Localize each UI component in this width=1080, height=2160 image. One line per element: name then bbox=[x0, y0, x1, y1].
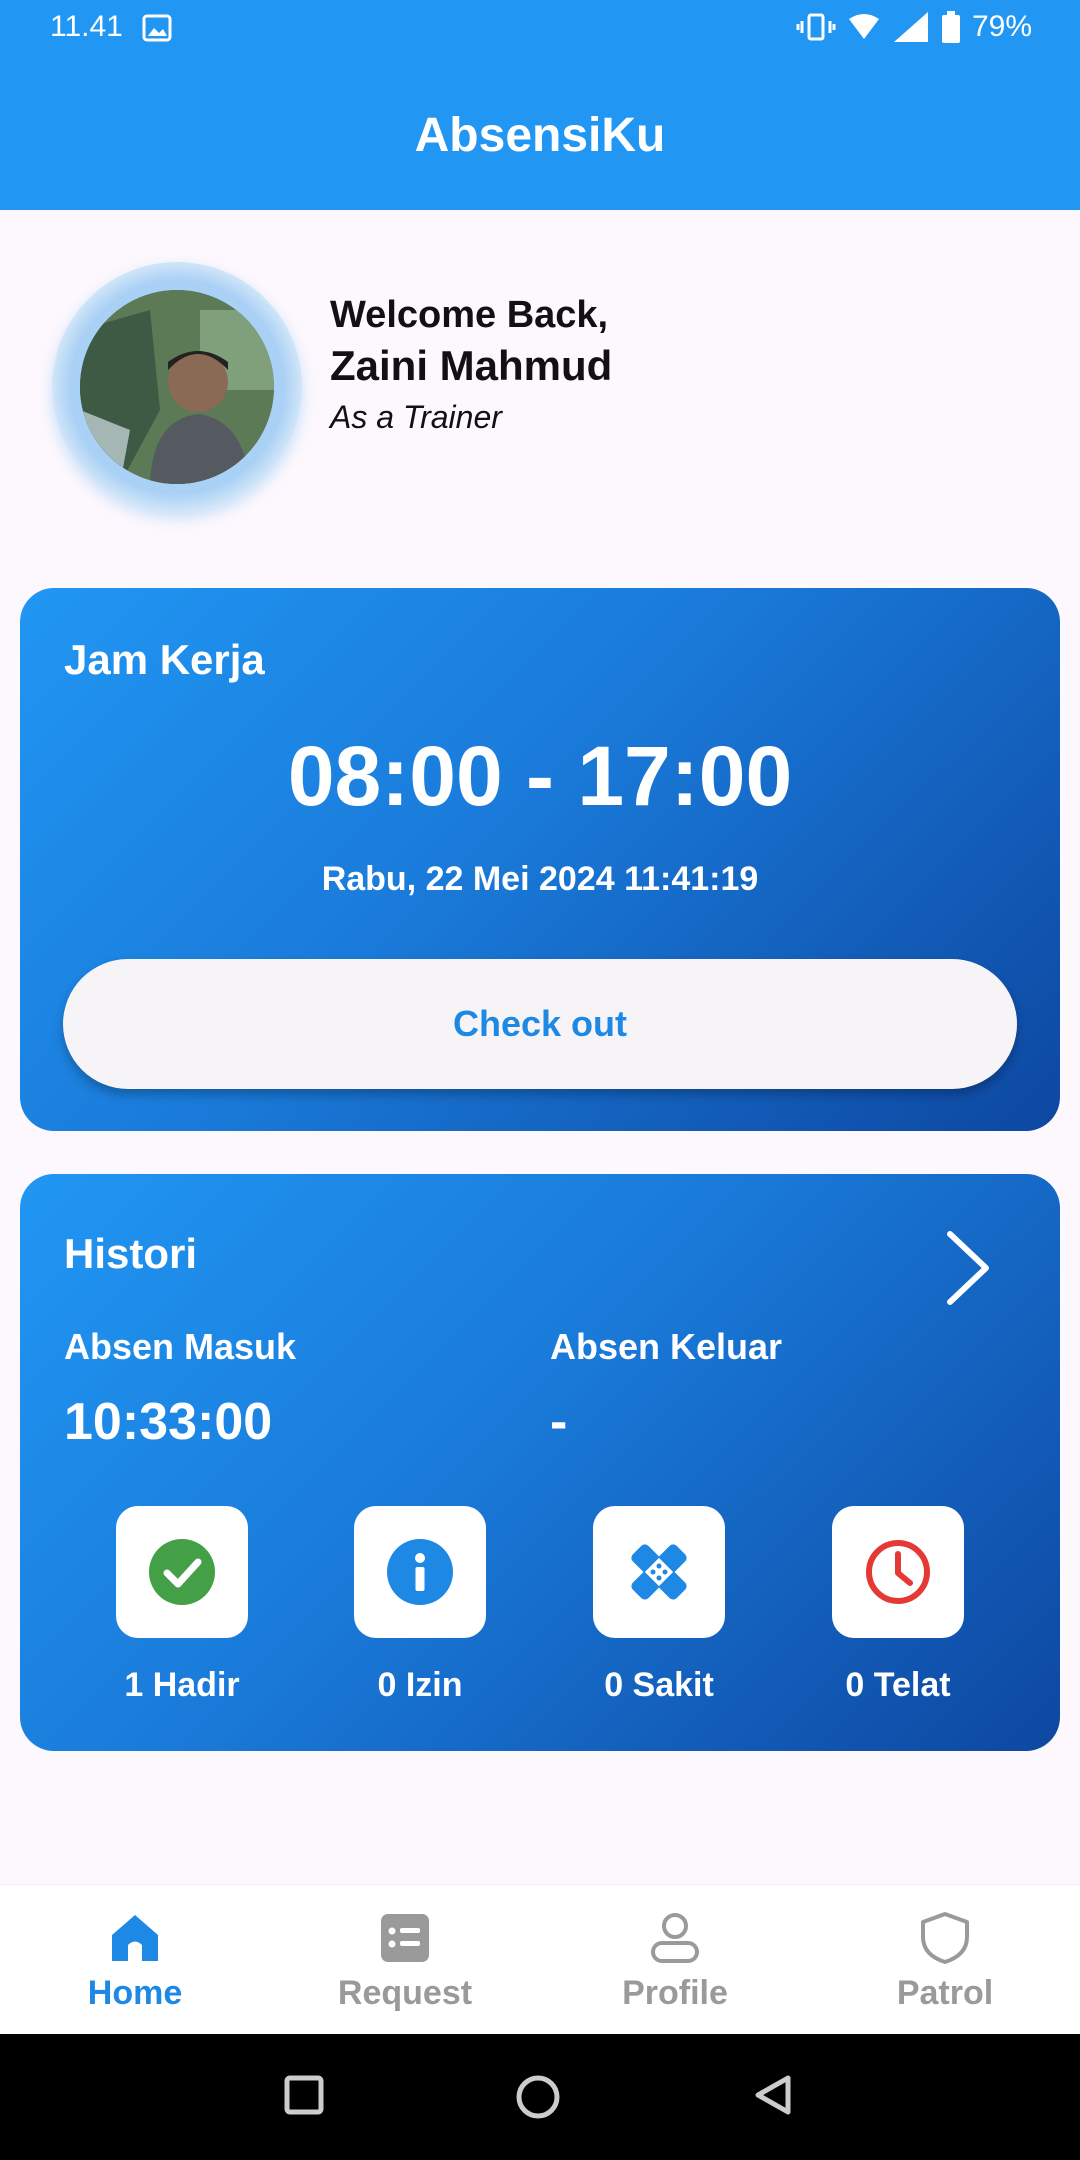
current-datetime: Rabu, 22 Mei 2024 11:41:19 bbox=[321, 860, 759, 898]
check-circle-icon bbox=[149, 1539, 215, 1605]
bottom-nav: Home Request Profile Patrol bbox=[0, 1884, 1080, 2035]
battery-icon bbox=[941, 11, 960, 43]
app-bar: 11.41 79% AbsensiKu bbox=[0, 0, 1080, 210]
stat-telat-label: 0 Telat bbox=[845, 1666, 951, 1704]
stat-hadir-box[interactable] bbox=[116, 1506, 248, 1638]
check-in-time: 10:33:00 bbox=[64, 1393, 273, 1451]
stat-telat[interactable]: 0 Telat bbox=[798, 1506, 998, 1705]
nav-request[interactable]: Request bbox=[270, 1885, 540, 2035]
nav-profile-label: Profile bbox=[622, 1974, 728, 2012]
stat-sakit[interactable]: 0 Sakit bbox=[559, 1506, 759, 1705]
nav-request-label: Request bbox=[337, 1974, 473, 2012]
stat-telat-box[interactable] bbox=[832, 1506, 964, 1638]
system-nav-bar bbox=[0, 2034, 1080, 2160]
app-title: AbsensiKu bbox=[414, 109, 666, 162]
stat-izin-box[interactable] bbox=[354, 1506, 486, 1638]
wifi-icon bbox=[848, 14, 879, 39]
work-hours-label: Jam Kerja bbox=[64, 636, 265, 683]
stat-sakit-box[interactable] bbox=[593, 1506, 725, 1638]
check-out-button[interactable]: Check out bbox=[63, 959, 1017, 1089]
chevron-right-icon[interactable] bbox=[936, 1226, 1000, 1310]
work-hours-range: 08:00 - 17:00 bbox=[287, 729, 793, 823]
info-icon bbox=[387, 1539, 453, 1605]
history-label: Histori bbox=[64, 1230, 198, 1277]
signal-icon bbox=[893, 12, 928, 42]
home-circle-icon[interactable] bbox=[515, 2074, 561, 2120]
welcome-block: Welcome Back, Zaini Mahmud As a Trainer bbox=[330, 292, 612, 440]
history-card: Histori Absen Masuk 10:33:00 Absen Kelua… bbox=[20, 1174, 1060, 1751]
battery-percent: 79% bbox=[971, 10, 1032, 43]
nav-home-label: Home bbox=[87, 1974, 183, 2012]
stat-hadir[interactable]: 1 Hadir bbox=[82, 1506, 282, 1705]
person-icon bbox=[651, 1913, 699, 1963]
check-out-label: Absen Keluar bbox=[550, 1326, 783, 1367]
avatar-photo bbox=[80, 290, 274, 484]
recents-icon[interactable] bbox=[283, 2074, 325, 2116]
list-icon bbox=[381, 1914, 429, 1962]
home-icon bbox=[112, 1915, 158, 1961]
stat-izin[interactable]: 0 Izin bbox=[320, 1506, 520, 1705]
nav-patrol-label: Patrol bbox=[896, 1974, 994, 2012]
stat-hadir-label: 1 Hadir bbox=[124, 1666, 240, 1704]
work-hours-card: Jam Kerja 08:00 - 17:00 Rabu, 22 Mei 202… bbox=[20, 588, 1060, 1131]
nav-patrol[interactable]: Patrol bbox=[810, 1885, 1080, 2035]
nav-home[interactable]: Home bbox=[0, 1885, 270, 2035]
user-role: As a Trainer bbox=[330, 399, 502, 435]
user-name: Zaini Mahmud bbox=[330, 342, 613, 389]
bandage-icon bbox=[631, 1544, 687, 1600]
nav-profile[interactable]: Profile bbox=[540, 1885, 810, 2035]
clock-icon bbox=[866, 1540, 930, 1604]
image-notification-icon bbox=[142, 14, 172, 42]
shield-icon bbox=[921, 1912, 969, 1964]
avatar bbox=[80, 290, 274, 484]
vibrate-icon bbox=[796, 13, 836, 41]
stat-izin-label: 0 Izin bbox=[377, 1666, 463, 1704]
stat-sakit-label: 0 Sakit bbox=[604, 1666, 714, 1704]
check-in-label: Absen Masuk bbox=[64, 1326, 297, 1367]
welcome-greeting: Welcome Back, bbox=[330, 294, 609, 336]
status-bar: 11.41 79% bbox=[0, 0, 1080, 60]
back-icon[interactable] bbox=[752, 2074, 794, 2116]
status-time: 11.41 bbox=[50, 10, 123, 43]
check-out-time: - bbox=[550, 1393, 568, 1451]
